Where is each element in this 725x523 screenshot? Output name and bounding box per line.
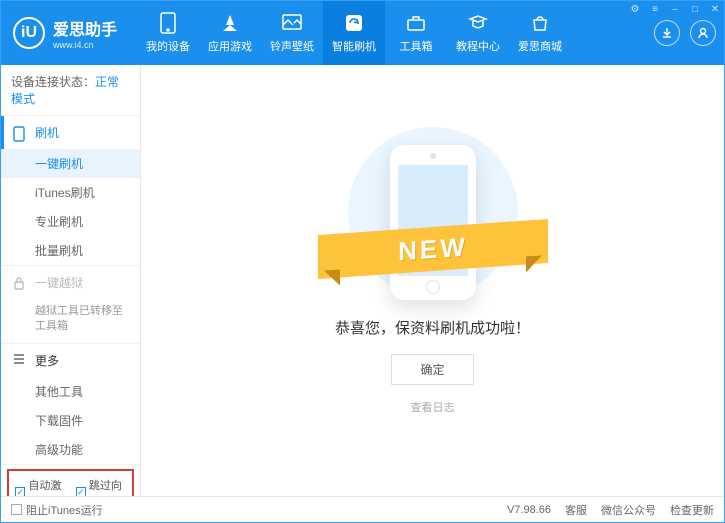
- header-actions: [654, 20, 716, 46]
- flash-icon: [343, 12, 365, 34]
- apps-icon: [219, 12, 241, 34]
- sidebar-jailbreak-section: 一键越狱 越狱工具已转移至工具箱: [1, 266, 140, 344]
- ok-button[interactable]: 确定: [391, 354, 473, 385]
- sidebar-item-advanced[interactable]: 高级功能: [1, 435, 140, 464]
- sidebar-item-other-tools[interactable]: 其他工具: [1, 377, 140, 406]
- nav-toolbox[interactable]: 工具箱: [385, 1, 447, 65]
- version-label: V7.98.66: [507, 504, 551, 516]
- close-icon[interactable]: ✕: [706, 1, 724, 17]
- sidebar-item-pro-flash[interactable]: 专业刷机: [1, 207, 140, 236]
- app-window: ⚙ ≡ – □ ✕ iU 爱思助手 www.i4.cn 我的设备 应用游戏 铃声: [0, 0, 725, 523]
- phone-graphic: [390, 145, 476, 300]
- nav-smart-flash[interactable]: 智能刷机: [323, 1, 385, 65]
- sidebar: 设备连接状态：正常模式 刷机 一键刷机 iTunes刷机 专业刷机 批量刷机 一…: [1, 65, 141, 496]
- check-icon: ✓: [15, 487, 25, 496]
- sidebar-item-itunes-flash[interactable]: iTunes刷机: [1, 178, 140, 207]
- nav-label: 应用游戏: [208, 38, 252, 54]
- header: iU 爱思助手 www.i4.cn 我的设备 应用游戏 铃声壁纸 智能刷机: [1, 1, 724, 65]
- toolbox-icon: [405, 12, 427, 34]
- nav-tutorial-center[interactable]: 教程中心: [447, 1, 509, 65]
- connection-status: 设备连接状态：正常模式: [1, 65, 140, 116]
- maximize-icon[interactable]: □: [686, 1, 704, 17]
- logo[interactable]: iU 爱思助手 www.i4.cn: [13, 16, 117, 50]
- menu-icon[interactable]: ≡: [646, 1, 664, 17]
- sidebar-more-title: 更多: [35, 352, 59, 369]
- hero-illustration: NEW: [348, 127, 518, 297]
- app-url: www.i4.cn: [53, 40, 117, 50]
- sidebar-item-download-firmware[interactable]: 下载固件: [1, 406, 140, 435]
- footer: 阻止iTunes运行 V7.98.66 客服 微信公众号 检查更新: [1, 496, 724, 522]
- device-icon: [157, 12, 179, 34]
- user-button[interactable]: [690, 20, 716, 46]
- nav-label: 智能刷机: [332, 38, 376, 54]
- sidebar-jailbreak-title: 一键越狱: [35, 274, 83, 291]
- checkbox-empty-icon: [11, 504, 22, 515]
- sidebar-jailbreak-note: 越狱工具已转移至工具箱: [1, 299, 140, 343]
- sidebar-jailbreak-head[interactable]: 一键越狱: [1, 266, 140, 299]
- options-row: ✓ 自动激活 ✓ 跳过向导: [7, 469, 134, 496]
- wechat-link[interactable]: 微信公众号: [601, 502, 656, 518]
- tutorial-icon: [467, 12, 489, 34]
- top-nav: 我的设备 应用游戏 铃声壁纸 智能刷机 工具箱 教程中心: [137, 1, 654, 65]
- settings-icon[interactable]: ⚙: [626, 1, 644, 17]
- nav-label: 教程中心: [456, 38, 500, 54]
- nav-label: 我的设备: [146, 38, 190, 54]
- view-log-link[interactable]: 查看日志: [411, 399, 455, 415]
- lock-icon: [13, 276, 27, 290]
- checkbox-label: 阻止iTunes运行: [26, 502, 103, 518]
- checkbox-block-itunes[interactable]: 阻止iTunes运行: [11, 502, 103, 518]
- main-content: NEW 恭喜您，保资料刷机成功啦！ 确定 查看日志: [141, 65, 724, 496]
- nav-label: 工具箱: [400, 38, 433, 54]
- logo-badge-icon: iU: [13, 17, 45, 49]
- phone-icon: [13, 126, 27, 140]
- checkbox-label: 跳过向导: [89, 477, 126, 496]
- connection-label: 设备连接状态：: [11, 75, 95, 89]
- nav-label: 爱思商城: [518, 38, 562, 54]
- sidebar-flash-title: 刷机: [35, 124, 59, 141]
- check-update-link[interactable]: 检查更新: [670, 502, 714, 518]
- checkbox-auto-activate[interactable]: ✓ 自动激活: [15, 477, 66, 496]
- menu-list-icon: [13, 353, 27, 367]
- sidebar-item-one-click-flash[interactable]: 一键刷机: [1, 149, 140, 178]
- sidebar-more-section: 更多 其他工具 下载固件 高级功能: [1, 344, 140, 465]
- sidebar-more-head[interactable]: 更多: [1, 344, 140, 377]
- sidebar-flash-section: 刷机 一键刷机 iTunes刷机 专业刷机 批量刷机: [1, 116, 140, 266]
- footer-right: V7.98.66 客服 微信公众号 检查更新: [507, 502, 714, 518]
- body: 设备连接状态：正常模式 刷机 一键刷机 iTunes刷机 专业刷机 批量刷机 一…: [1, 65, 724, 496]
- wallpaper-icon: [281, 12, 303, 34]
- nav-ringtone-wallpaper[interactable]: 铃声壁纸: [261, 1, 323, 65]
- store-icon: [529, 12, 551, 34]
- checkbox-label: 自动激活: [28, 477, 65, 496]
- nav-apps-games[interactable]: 应用游戏: [199, 1, 261, 65]
- checkbox-skip-guide[interactable]: ✓ 跳过向导: [76, 477, 127, 496]
- check-icon: ✓: [76, 487, 86, 496]
- nav-my-device[interactable]: 我的设备: [137, 1, 199, 65]
- sidebar-item-batch-flash[interactable]: 批量刷机: [1, 236, 140, 265]
- app-title: 爱思助手: [53, 16, 117, 40]
- success-message: 恭喜您，保资料刷机成功啦！: [335, 317, 530, 338]
- nav-store[interactable]: 爱思商城: [509, 1, 571, 65]
- sidebar-flash-head[interactable]: 刷机: [1, 116, 140, 149]
- new-ribbon: NEW: [318, 218, 548, 278]
- download-button[interactable]: [654, 20, 680, 46]
- window-controls: ⚙ ≡ – □ ✕: [626, 1, 724, 17]
- customer-service-link[interactable]: 客服: [565, 502, 587, 518]
- nav-label: 铃声壁纸: [270, 38, 314, 54]
- minimize-icon[interactable]: –: [666, 1, 684, 17]
